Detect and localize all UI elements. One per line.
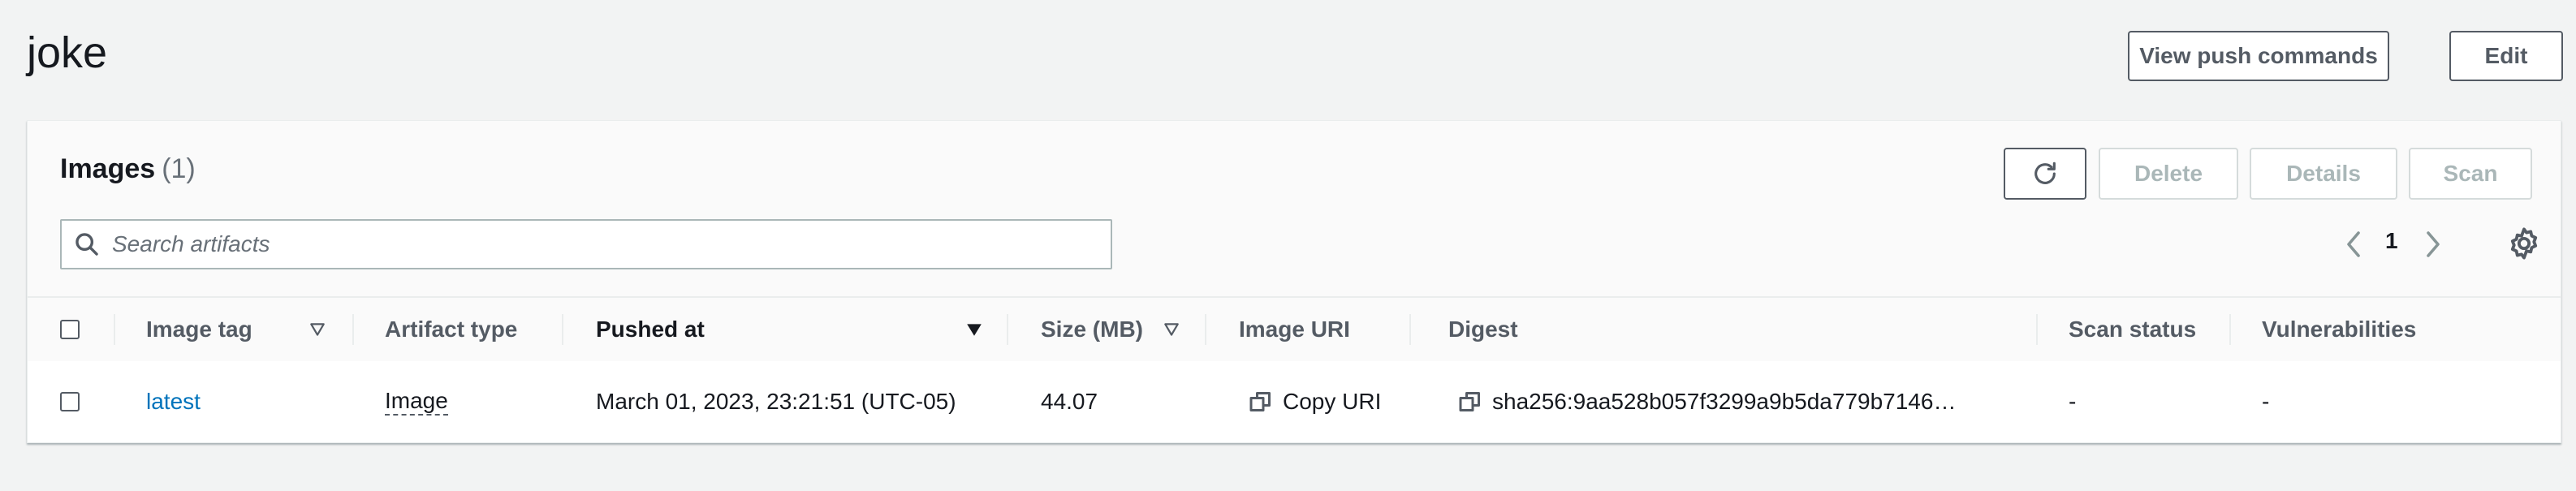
column-header-artifact-type[interactable]: Artifact type	[385, 298, 517, 361]
view-push-commands-button[interactable]: View push commands	[2128, 31, 2389, 81]
scan-status-cell: -	[2069, 361, 2076, 442]
pushed-at-cell: March 01, 2023, 23:21:51 (UTC-05)	[596, 361, 956, 442]
sort-filter-icon[interactable]	[1163, 321, 1180, 338]
refresh-icon	[2034, 162, 2056, 184]
table-preferences-button[interactable]	[2505, 225, 2543, 262]
images-panel-title: Images	[60, 153, 156, 184]
column-header-label: Vulnerabilities	[2262, 317, 2417, 342]
column-header-label: Digest	[1448, 317, 1518, 342]
digest-cell: sha256:9aa528b057f3299a9b5da779b7146…	[1458, 361, 1956, 442]
column-divider	[562, 314, 563, 345]
images-count: (1)	[162, 153, 196, 184]
column-header-vulnerabilities[interactable]: Vulnerabilities	[2262, 298, 2416, 361]
delete-button[interactable]: Delete	[2099, 148, 2238, 200]
images-panel: Images(1) Delete Details Scan 1	[27, 120, 2561, 443]
copy-uri-button[interactable]: Copy URI	[1249, 389, 1381, 415]
select-all-checkbox[interactable]	[60, 320, 80, 339]
search-artifacts-input[interactable]	[110, 230, 1088, 258]
image-tag-cell: latest	[146, 361, 201, 442]
column-header-label: Scan status	[2069, 317, 2197, 342]
copy-icon	[1459, 392, 1480, 411]
previous-page-button[interactable]	[2341, 225, 2366, 264]
vulnerabilities-cell: -	[2262, 361, 2269, 442]
column-divider	[2036, 314, 2038, 345]
details-button[interactable]: Details	[2250, 148, 2397, 200]
column-header-label: Size (MB)	[1041, 317, 1143, 342]
column-header-image-uri[interactable]: Image URI	[1239, 298, 1350, 361]
image-uri-cell: Copy URI	[1249, 361, 1381, 442]
scan-button[interactable]: Scan	[2409, 148, 2532, 200]
table-header: Image tag Artifact type Pushed at Size (…	[28, 296, 2561, 363]
column-header-label: Pushed at	[596, 317, 705, 342]
table-row: latest Image March 01, 2023, 23:21:51 (U…	[28, 361, 2561, 442]
column-divider	[1409, 314, 1411, 345]
next-page-button[interactable]	[2421, 225, 2445, 264]
select-all-cell	[60, 298, 80, 361]
artifact-type-cell: Image	[385, 361, 448, 442]
chevron-left-icon	[2347, 231, 2360, 257]
column-divider	[1007, 314, 1008, 345]
chevron-right-icon	[2427, 231, 2440, 257]
digest-value: sha256:9aa528b057f3299a9b5da779b7146…	[1492, 389, 1957, 414]
column-header-digest[interactable]: Digest	[1448, 298, 1518, 361]
column-header-label: Artifact type	[385, 317, 518, 342]
column-header-label: Image URI	[1239, 317, 1350, 342]
column-divider	[352, 314, 354, 345]
column-header-size[interactable]: Size (MB)	[1041, 298, 1143, 361]
column-header-label: Image tag	[146, 317, 252, 342]
refresh-button[interactable]	[2004, 148, 2086, 200]
copy-digest-button[interactable]: sha256:9aa528b057f3299a9b5da779b7146…	[1458, 389, 1956, 415]
column-divider	[114, 314, 115, 345]
vulnerabilities-value: -	[2262, 389, 2270, 414]
row-select-cell	[60, 361, 80, 442]
column-header-pushed-at[interactable]: Pushed at	[596, 298, 705, 361]
scan-status-value: -	[2069, 389, 2077, 414]
column-header-image-tag[interactable]: Image tag	[146, 298, 252, 361]
images-panel-header: Images (1)	[60, 153, 196, 185]
gear-icon	[2510, 227, 2538, 260]
sort-desc-icon[interactable]	[964, 321, 984, 338]
copy-icon	[1249, 392, 1271, 411]
row-checkbox[interactable]	[60, 392, 80, 411]
current-page-number[interactable]: 1	[2385, 228, 2398, 254]
size-cell: 44.07	[1041, 361, 1098, 442]
edit-button[interactable]: Edit	[2449, 31, 2563, 81]
image-tag-link[interactable]: latest	[146, 389, 201, 415]
size-value: 44.07	[1041, 389, 1098, 414]
column-divider	[1205, 314, 1206, 345]
search-icon	[76, 233, 98, 256]
pushed-at-value: March 01, 2023, 23:21:51 (UTC-05)	[596, 389, 956, 414]
column-header-scan-status[interactable]: Scan status	[2069, 298, 2196, 361]
page-title: joke	[27, 28, 108, 77]
column-divider	[2229, 314, 2231, 345]
artifact-type-value[interactable]: Image	[385, 388, 448, 416]
sort-filter-icon[interactable]	[309, 321, 326, 338]
search-artifacts-field[interactable]	[60, 219, 1112, 269]
copy-uri-label: Copy URI	[1283, 389, 1382, 414]
